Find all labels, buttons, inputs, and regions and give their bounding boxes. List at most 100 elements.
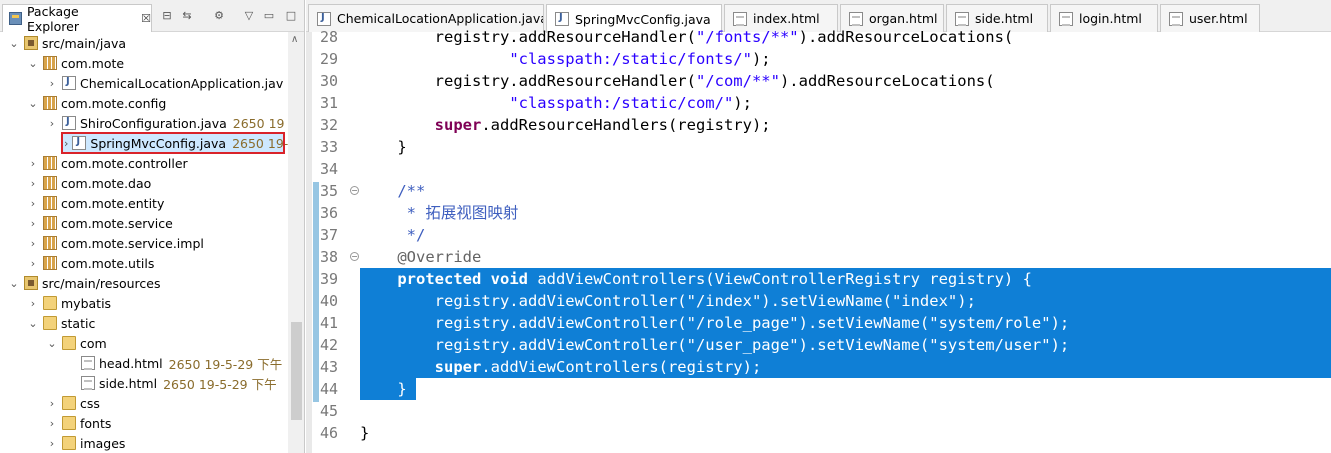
tree-item[interactable]: head.html 2650 19-5-29 下午 [0, 353, 282, 373]
fold-collapse-icon[interactable]: − [350, 252, 359, 261]
code-line[interactable]: registry.addResourceHandler("/fonts/**")… [360, 26, 1014, 48]
editor-tab[interactable]: login.html [1050, 4, 1158, 32]
tree-item[interactable]: ⌄ com [0, 333, 106, 353]
tree-item[interactable]: ⌄ src/main/resources [0, 273, 160, 293]
project-tree: ⌄src/main/java⌄com.mote›ChemicalLocation… [0, 32, 288, 453]
editor-tab-label: side.html [975, 11, 1034, 26]
chevron-right-icon[interactable]: › [27, 157, 39, 170]
fold-collapse-icon[interactable]: − [350, 186, 359, 195]
maximize-icon[interactable]: □ [284, 9, 298, 23]
chevron-down-icon[interactable]: ⌄ [27, 97, 39, 110]
folder-icon [62, 436, 76, 450]
line-number: 35 [320, 182, 339, 200]
chevron-down-icon[interactable]: ⌄ [27, 57, 39, 70]
tree-item[interactable]: › SpringMvcConfig.java 2650 19- [61, 132, 288, 154]
code-line[interactable]: registry.addViewController("/index").set… [360, 290, 976, 312]
tree-item[interactable]: ⌄ com.mote.config [0, 93, 166, 113]
code-line[interactable]: super.addResourceHandlers(registry); [360, 114, 771, 136]
chevron-right-icon[interactable]: › [46, 437, 58, 450]
chevron-right-icon[interactable]: › [27, 257, 39, 270]
tree-item[interactable]: › ChemicalLocationApplication.jav [0, 73, 283, 93]
collapse-all-icon[interactable]: ⊟ [160, 9, 174, 23]
close-icon[interactable]: ☒ [141, 12, 151, 25]
chevron-right-icon[interactable]: › [27, 297, 39, 310]
tree-item-label: static [61, 315, 96, 331]
line-number: 44 [320, 380, 339, 398]
resource-decoration: 2650 19-5-29 下午 [168, 356, 283, 372]
chevron-down-icon[interactable]: ⌄ [27, 317, 39, 330]
tree-item-label: com.mote.controller [61, 155, 188, 171]
tree-item[interactable]: › ShiroConfiguration.java 2650 19 [0, 113, 285, 133]
package-icon [43, 56, 57, 70]
chevron-down-icon[interactable]: ⌄ [8, 37, 20, 50]
tree-item[interactable]: › com.mote.dao [0, 173, 152, 193]
tree-item[interactable]: ⌄ com.mote [0, 53, 124, 73]
chevron-right-icon[interactable]: › [46, 417, 58, 430]
code-line[interactable]: @Override [360, 246, 481, 268]
tree-item[interactable]: ⌄ src/main/java [0, 33, 126, 53]
tree-item-label: mybatis [61, 295, 112, 311]
chevron-right-icon[interactable]: › [64, 137, 68, 150]
tree-item[interactable]: › fonts [0, 413, 112, 433]
tree-item[interactable]: ⌄ static [0, 313, 95, 333]
editor-body[interactable]: 28 registry.addResourceHandler("/fonts/*… [306, 28, 1331, 453]
tree-item-label: css [80, 395, 100, 411]
tree-item-label: com.mote.config [61, 95, 167, 111]
folder-icon [62, 416, 76, 430]
scrollbar-thumb[interactable] [291, 322, 302, 420]
tree-item[interactable]: › com.mote.utils [0, 253, 155, 273]
tree-item[interactable]: › com.mote.entity [0, 193, 165, 213]
code-line[interactable]: super.addViewControllers(registry); [360, 356, 762, 378]
code-token: ).setViewName( [798, 314, 930, 332]
code-line[interactable]: */ [360, 224, 426, 246]
code-line[interactable]: } [360, 422, 369, 444]
code-line[interactable]: protected void addViewControllers(ViewCo… [360, 268, 1032, 290]
code-token: "classpath:/static/fonts/" [509, 50, 752, 68]
code-line[interactable]: "classpath:/static/com/"); [360, 92, 752, 114]
minimize-icon[interactable]: ▭ [262, 9, 276, 23]
chevron-right-icon[interactable]: › [27, 177, 39, 190]
tree-item[interactable]: › mybatis [0, 293, 111, 313]
code-token: .addResourceHandlers(registry); [481, 116, 771, 134]
code-line[interactable]: /** [360, 180, 425, 202]
package-icon [43, 156, 57, 170]
tree-item[interactable]: › images [0, 433, 126, 453]
explorer-scrollbar[interactable]: ∧ [288, 32, 304, 453]
chevron-right-icon[interactable]: › [27, 197, 39, 210]
chevron-right-icon[interactable]: › [27, 237, 39, 250]
link-with-editor-icon[interactable]: ⇆ [180, 9, 194, 23]
editor-tab-label: login.html [1079, 11, 1142, 26]
chevron-right-icon[interactable]: › [27, 217, 39, 230]
chevron-right-icon[interactable]: › [46, 77, 58, 90]
code-line[interactable]: * 拓展视图映射 [360, 202, 519, 224]
tree-item[interactable]: side.html 2650 19-5-29 下午 [0, 373, 277, 393]
tree-item[interactable]: › css [0, 393, 100, 413]
tree-item[interactable]: › com.mote.service.impl [0, 233, 204, 253]
code-line[interactable]: } [360, 378, 406, 400]
code-line[interactable]: registry.addResourceHandler("/com/**").a… [360, 70, 995, 92]
editor-tab[interactable]: user.html [1160, 4, 1260, 32]
code-token: void [490, 270, 528, 288]
chevron-right-icon[interactable]: › [46, 397, 58, 410]
chevron-down-icon[interactable]: ⌄ [8, 277, 20, 290]
tab-package-explorer[interactable]: Package Explorer ☒ [2, 3, 152, 34]
line-number: 30 [320, 72, 339, 90]
chevron-right-icon[interactable]: › [46, 117, 58, 130]
code-token: registry.addViewController( [360, 336, 687, 354]
view-menu-icon[interactable]: ▽ [242, 9, 256, 23]
code-line[interactable]: registry.addViewController("/role_page")… [360, 312, 1070, 334]
code-line[interactable]: registry.addViewController("/user_page")… [360, 334, 1070, 356]
tree-item[interactable]: › com.mote.controller [0, 153, 188, 173]
code-token: "index" [891, 292, 958, 310]
code-token: ); [733, 94, 752, 112]
tab-package-explorer-label: Package Explorer [26, 3, 79, 34]
filters-icon[interactable]: ⚙ [212, 9, 226, 23]
scroll-up-icon[interactable]: ∧ [291, 34, 298, 45]
code-line[interactable]: } [360, 136, 406, 158]
package-icon [43, 176, 57, 190]
explorer-tab-bar: Package Explorer ☒ ⊟ ⇆ ⚙ ▽ ▭ □ [0, 0, 304, 34]
code-line[interactable]: "classpath:/static/fonts/"); [360, 48, 770, 70]
tree-item[interactable]: › com.mote.service [0, 213, 173, 233]
chevron-down-icon[interactable]: ⌄ [46, 337, 58, 350]
